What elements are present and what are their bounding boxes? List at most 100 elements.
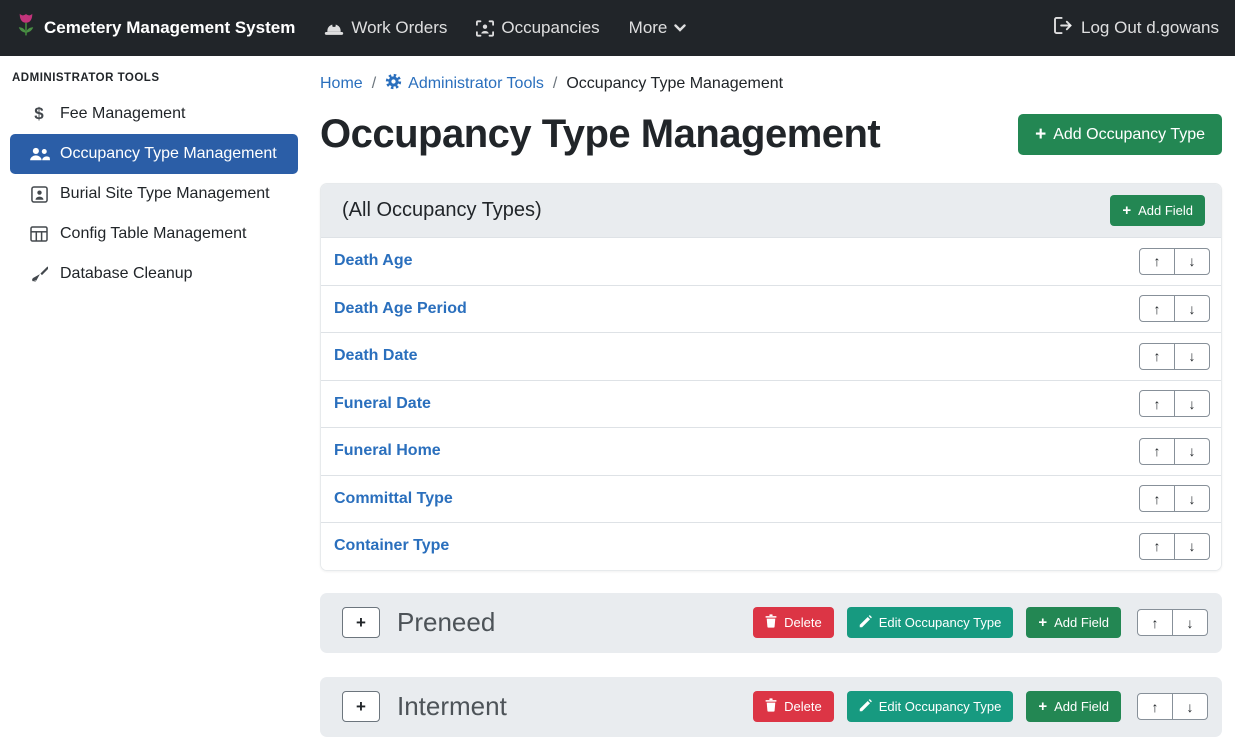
pencil-icon: [859, 699, 872, 715]
field-row: Death Age Period ↑ ↓: [321, 285, 1221, 333]
field-link-death-age-period[interactable]: Death Age Period: [334, 300, 467, 318]
arrow-up-icon: ↑: [1154, 397, 1161, 411]
plus-icon: +: [1035, 125, 1046, 144]
reorder-buttons: ↑ ↓: [1139, 438, 1210, 465]
move-down-button[interactable]: ↓: [1174, 533, 1210, 560]
edit-occupancy-type-label: Edit Occupancy Type: [879, 699, 1002, 714]
reorder-buttons: ↑ ↓: [1139, 343, 1210, 370]
arrow-down-icon: ↓: [1189, 302, 1196, 316]
move-up-button[interactable]: ↑: [1139, 438, 1175, 465]
reorder-buttons: ↑ ↓: [1139, 390, 1210, 417]
move-up-button[interactable]: ↑: [1137, 609, 1173, 636]
section-title: Interment: [397, 691, 753, 722]
move-down-button[interactable]: ↓: [1172, 609, 1208, 636]
delete-label: Delete: [784, 699, 822, 714]
field-link-funeral-date[interactable]: Funeral Date: [334, 395, 431, 413]
edit-occupancy-type-button[interactable]: Edit Occupancy Type: [847, 691, 1014, 722]
move-up-button[interactable]: ↑: [1137, 693, 1173, 720]
field-row: Death Date ↑ ↓: [321, 332, 1221, 380]
reorder-buttons: ↑ ↓: [1139, 248, 1210, 275]
field-link-committal-type[interactable]: Committal Type: [334, 490, 453, 508]
add-occupancy-type-button[interactable]: + Add Occupancy Type: [1018, 114, 1222, 155]
chevron-down-icon: [674, 24, 686, 32]
reorder-buttons: ↑ ↓: [1139, 485, 1210, 512]
plus-icon: +: [1038, 699, 1047, 714]
sidebar-item-label: Database Cleanup: [60, 265, 193, 283]
sidebar-item-occupancy-type-management[interactable]: Occupancy Type Management: [10, 134, 298, 174]
arrow-down-icon: ↓: [1187, 616, 1194, 630]
arrow-up-icon: ↑: [1154, 302, 1161, 316]
add-occupancy-type-label: Add Occupancy Type: [1053, 126, 1205, 144]
arrow-up-icon: ↑: [1154, 254, 1161, 268]
main-content: Home / Administrator Tools / Occupancy T…: [308, 56, 1235, 738]
field-link-funeral-home[interactable]: Funeral Home: [334, 442, 441, 460]
move-down-button[interactable]: ↓: [1172, 693, 1208, 720]
sidebar: Administrator Tools $ Fee Management Occ…: [0, 56, 308, 738]
gear-icon: [385, 73, 402, 95]
move-down-button[interactable]: ↓: [1174, 295, 1210, 322]
move-up-button[interactable]: ↑: [1139, 533, 1175, 560]
move-up-button[interactable]: ↑: [1139, 248, 1175, 275]
nav-work-orders[interactable]: Work Orders: [324, 18, 447, 38]
sidebar-item-fee-management[interactable]: $ Fee Management: [10, 94, 298, 134]
breadcrumb-admin-tools-label: Administrator Tools: [408, 75, 544, 93]
person-bounding-box-icon: [476, 20, 494, 37]
add-field-button[interactable]: + Add Field: [1026, 691, 1121, 722]
arrow-up-icon: ↑: [1152, 700, 1159, 714]
all-occupancy-types-header: (All Occupancy Types) + Add Field: [321, 184, 1221, 237]
logout-icon: [1054, 17, 1073, 39]
sidebar-item-database-cleanup[interactable]: Database Cleanup: [10, 254, 298, 294]
field-link-death-age[interactable]: Death Age: [334, 252, 413, 270]
arrow-up-icon: ↑: [1152, 616, 1159, 630]
arrow-down-icon: ↓: [1189, 349, 1196, 363]
add-field-label: Add Field: [1138, 203, 1193, 218]
expand-section-button[interactable]: +: [342, 607, 380, 638]
plus-icon: +: [356, 697, 366, 717]
field-link-container-type[interactable]: Container Type: [334, 537, 449, 555]
app-brand[interactable]: Cemetery Management System: [16, 12, 295, 44]
delete-label: Delete: [784, 615, 822, 630]
move-up-button[interactable]: ↑: [1139, 485, 1175, 512]
edit-occupancy-type-label: Edit Occupancy Type: [879, 615, 1002, 630]
add-field-label: Add Field: [1054, 615, 1109, 630]
edit-occupancy-type-button[interactable]: Edit Occupancy Type: [847, 607, 1014, 638]
trash-icon: [765, 614, 777, 631]
nav-more[interactable]: More: [629, 18, 687, 38]
reorder-buttons: ↑ ↓: [1139, 295, 1210, 322]
logout-button[interactable]: Log Out d.gowans: [1054, 17, 1219, 39]
sidebar-item-label: Fee Management: [60, 105, 185, 123]
add-field-button[interactable]: + Add Field: [1026, 607, 1121, 638]
dollar-icon: $: [28, 104, 50, 124]
sidebar-heading: Administrator Tools: [12, 72, 308, 84]
tulip-logo-icon: [16, 12, 36, 44]
move-down-button[interactable]: ↓: [1174, 390, 1210, 417]
reorder-buttons: ↑ ↓: [1137, 693, 1208, 720]
logout-label: Log Out d.gowans: [1081, 18, 1219, 38]
arrow-up-icon: ↑: [1154, 349, 1161, 363]
reorder-buttons: ↑ ↓: [1137, 609, 1208, 636]
delete-button[interactable]: Delete: [753, 691, 834, 722]
move-down-button[interactable]: ↓: [1174, 485, 1210, 512]
sidebar-item-label: Config Table Management: [60, 225, 247, 243]
move-up-button[interactable]: ↑: [1139, 295, 1175, 322]
table-icon: [28, 226, 50, 242]
move-up-button[interactable]: ↑: [1139, 343, 1175, 370]
hard-hat-icon: [324, 20, 344, 37]
move-down-button[interactable]: ↓: [1174, 343, 1210, 370]
breadcrumb-admin-tools-link[interactable]: Administrator Tools: [385, 73, 544, 95]
occupancy-type-section-preneed: + Preneed Delete: [320, 593, 1222, 653]
sidebar-item-config-table-management[interactable]: Config Table Management: [10, 214, 298, 254]
sidebar-item-burial-site-type-management[interactable]: Burial Site Type Management: [10, 174, 298, 214]
all-occupancy-types-title: (All Occupancy Types): [342, 199, 542, 222]
move-down-button[interactable]: ↓: [1174, 438, 1210, 465]
reorder-buttons: ↑ ↓: [1139, 533, 1210, 560]
breadcrumb-home-link[interactable]: Home: [320, 75, 363, 93]
field-link-death-date[interactable]: Death Date: [334, 347, 418, 365]
move-down-button[interactable]: ↓: [1174, 248, 1210, 275]
delete-button[interactable]: Delete: [753, 607, 834, 638]
add-field-button[interactable]: + Add Field: [1110, 195, 1205, 226]
move-up-button[interactable]: ↑: [1139, 390, 1175, 417]
plus-icon: +: [1122, 203, 1131, 218]
expand-section-button[interactable]: +: [342, 691, 380, 722]
nav-occupancies[interactable]: Occupancies: [476, 18, 599, 38]
